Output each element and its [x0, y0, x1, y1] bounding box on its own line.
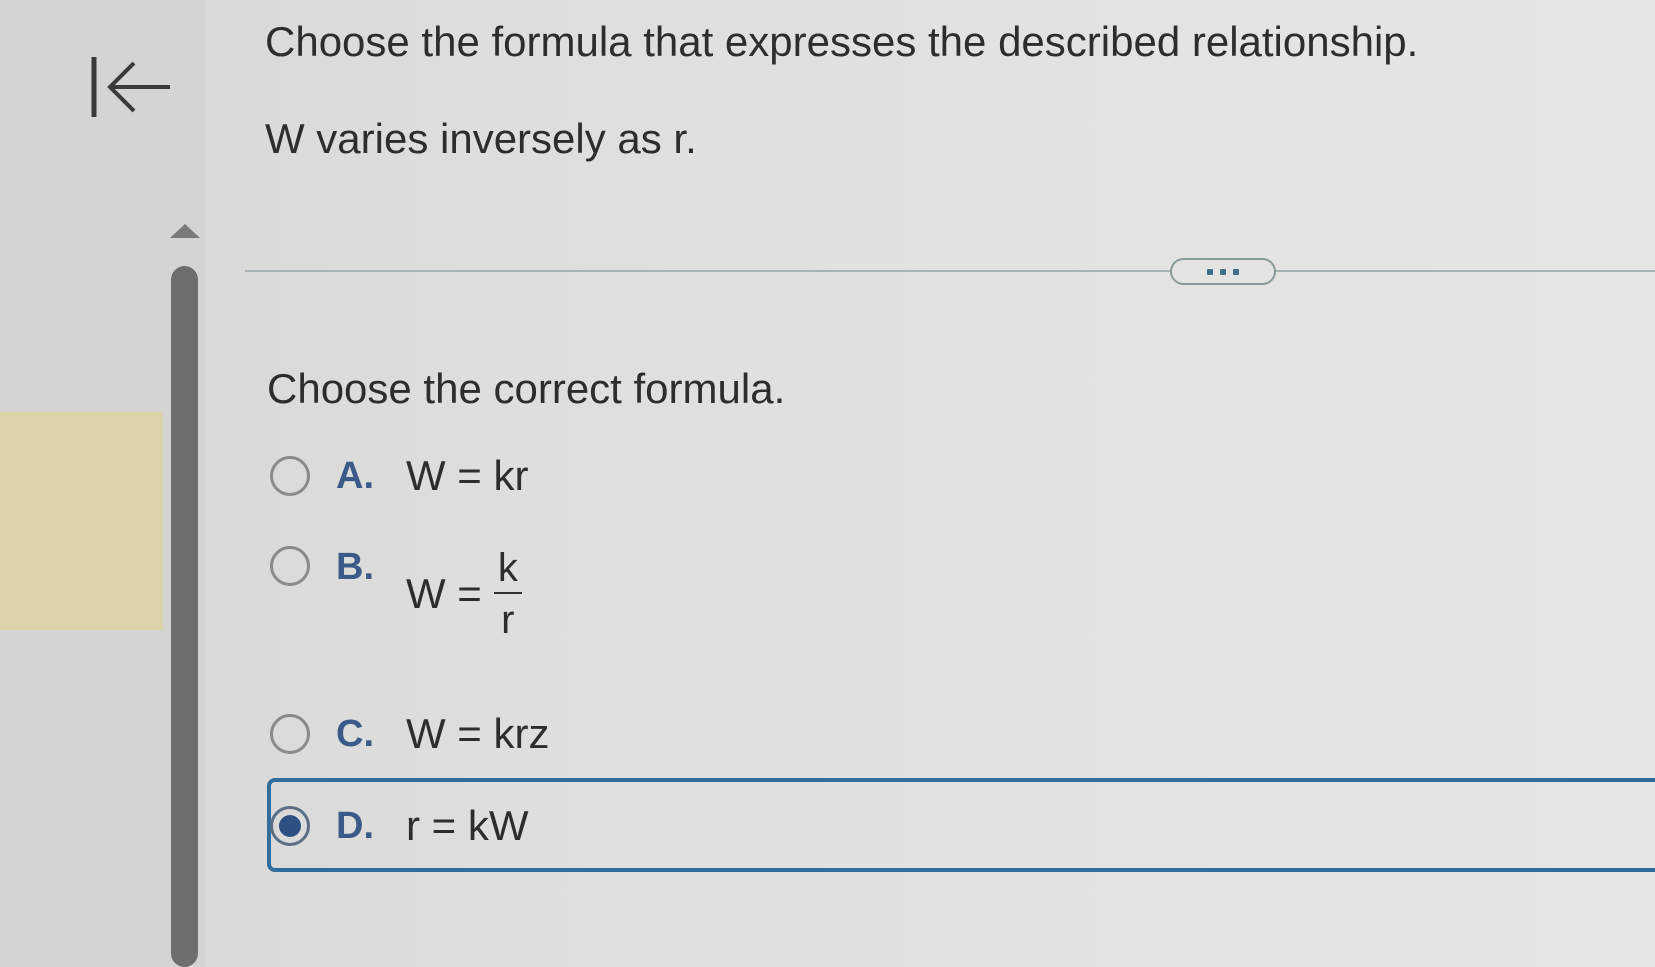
option-b-radio[interactable] [270, 546, 310, 586]
option-b[interactable]: B. W = k r [270, 546, 522, 640]
back-to-start-button[interactable] [88, 52, 174, 122]
scrollbar-thumb[interactable] [171, 266, 198, 967]
answer-prompt: Choose the correct formula. [267, 365, 786, 412]
option-b-formula: W = k r [406, 548, 522, 640]
question-statement: W varies inversely as r. [265, 115, 697, 162]
more-button[interactable] [1170, 258, 1276, 285]
option-c-formula: W = krz [406, 710, 550, 757]
ellipsis-icon [1220, 268, 1226, 275]
option-d[interactable]: D. r = kW [270, 802, 529, 850]
option-c-letter: C. [336, 712, 374, 755]
option-a-letter: A. [336, 454, 374, 497]
option-d-letter: D. [336, 804, 374, 847]
option-b-fraction: k r [493, 548, 522, 642]
option-d-radio[interactable] [270, 806, 310, 846]
question-title: Choose the formula that expresses the de… [265, 18, 1419, 65]
option-a-radio[interactable] [270, 456, 310, 496]
option-b-numerator: k [493, 548, 522, 594]
ellipsis-icon [1207, 268, 1213, 275]
option-a-formula: W = kr [406, 452, 529, 499]
option-d-formula: r = kW [406, 802, 529, 849]
option-b-formula-lhs: W = [406, 570, 482, 617]
ellipsis-icon [1233, 268, 1239, 275]
option-a[interactable]: A. W = kr [270, 452, 529, 500]
scroll-up-arrow-icon[interactable] [170, 224, 200, 238]
option-c[interactable]: C. W = krz [270, 710, 550, 758]
first-page-arrow-icon [91, 57, 170, 117]
option-b-letter: B. [336, 546, 374, 588]
section-divider [245, 270, 1655, 272]
left-panel-highlight [0, 412, 163, 630]
page: Choose the formula that expresses the de… [0, 0, 1655, 967]
option-b-denominator: r [501, 598, 515, 642]
option-c-radio[interactable] [270, 714, 310, 754]
